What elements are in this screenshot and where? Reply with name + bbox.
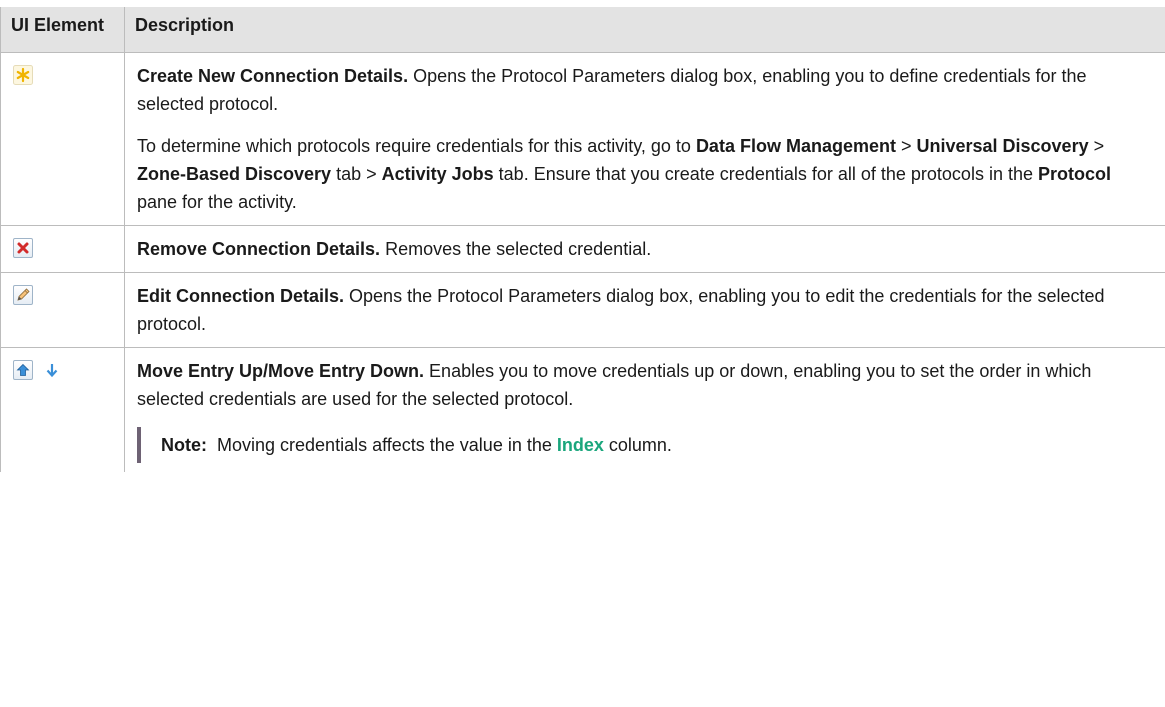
text: > [895,136,917,156]
description-paragraph: Create New Connection Details. Opens the… [137,62,1155,118]
description-paragraph: Move Entry Up/Move Entry Down. Enables y… [137,357,1155,413]
description-paragraph: To determine which protocols require cre… [137,132,1155,216]
move-up-arrow-icon[interactable] [13,360,33,380]
ui-element-cell [0,225,125,273]
column-header-ui-element: UI Element [0,7,125,53]
text: column. [603,435,672,455]
table-row: Remove Connection Details. Removes the s… [0,225,1165,273]
menu-path-zone-based-discovery: Zone-Based Discovery [137,164,332,184]
menu-path-universal-discovery: Universal Discovery [916,136,1089,156]
menu-path-activity-jobs: Activity Jobs [381,164,494,184]
index-column-link[interactable]: Index [557,435,604,455]
description-cell: Remove Connection Details. Removes the s… [124,225,1165,273]
description-paragraph: Remove Connection Details. Removes the s… [137,235,1155,263]
text: Moving credentials affects the value in … [207,435,557,455]
text: pane for the activity. [137,192,297,212]
menu-path-data-flow-management: Data Flow Management [695,136,896,156]
table-header-row: UI Element Description [0,7,1165,53]
description-cell: Move Entry Up/Move Entry Down. Enables y… [124,347,1165,472]
description-paragraph: Edit Connection Details. Opens the Proto… [137,282,1155,338]
ui-element-cell [0,347,125,472]
protocol-pane-label: Protocol [1037,164,1111,184]
text: tab. Ensure that you create credentials … [493,164,1038,184]
note-callout: Note: Moving credentials affects the val… [137,427,1155,463]
remove-x-icon[interactable] [13,238,33,258]
ui-elements-table: UI Element Description Create New Connec… [0,7,1165,472]
text: tab > [331,164,382,184]
element-title: Edit Connection Details. [137,286,345,306]
note-label: Note: [161,435,207,455]
text: > [1088,136,1105,156]
element-title: Remove Connection Details. [137,239,381,259]
column-header-description: Description [124,7,1165,53]
ui-element-cell [0,52,125,226]
description-cell: Create New Connection Details. Opens the… [124,52,1165,226]
ui-element-cell [0,272,125,348]
element-title: Create New Connection Details. [137,66,409,86]
edit-pencil-icon[interactable] [13,285,33,305]
table-row: Create New Connection Details. Opens the… [0,52,1165,226]
element-description: Removes the selected credential. [380,239,652,259]
text: To determine which protocols require cre… [137,136,696,156]
element-title: Move Entry Up/Move Entry Down. [137,361,425,381]
create-new-asterisk-icon[interactable] [13,65,33,85]
description-cell: Edit Connection Details. Opens the Proto… [124,272,1165,348]
table-row: Edit Connection Details. Opens the Proto… [0,272,1165,348]
move-down-arrow-icon[interactable] [42,360,62,380]
table-row: Move Entry Up/Move Entry Down. Enables y… [0,347,1165,472]
